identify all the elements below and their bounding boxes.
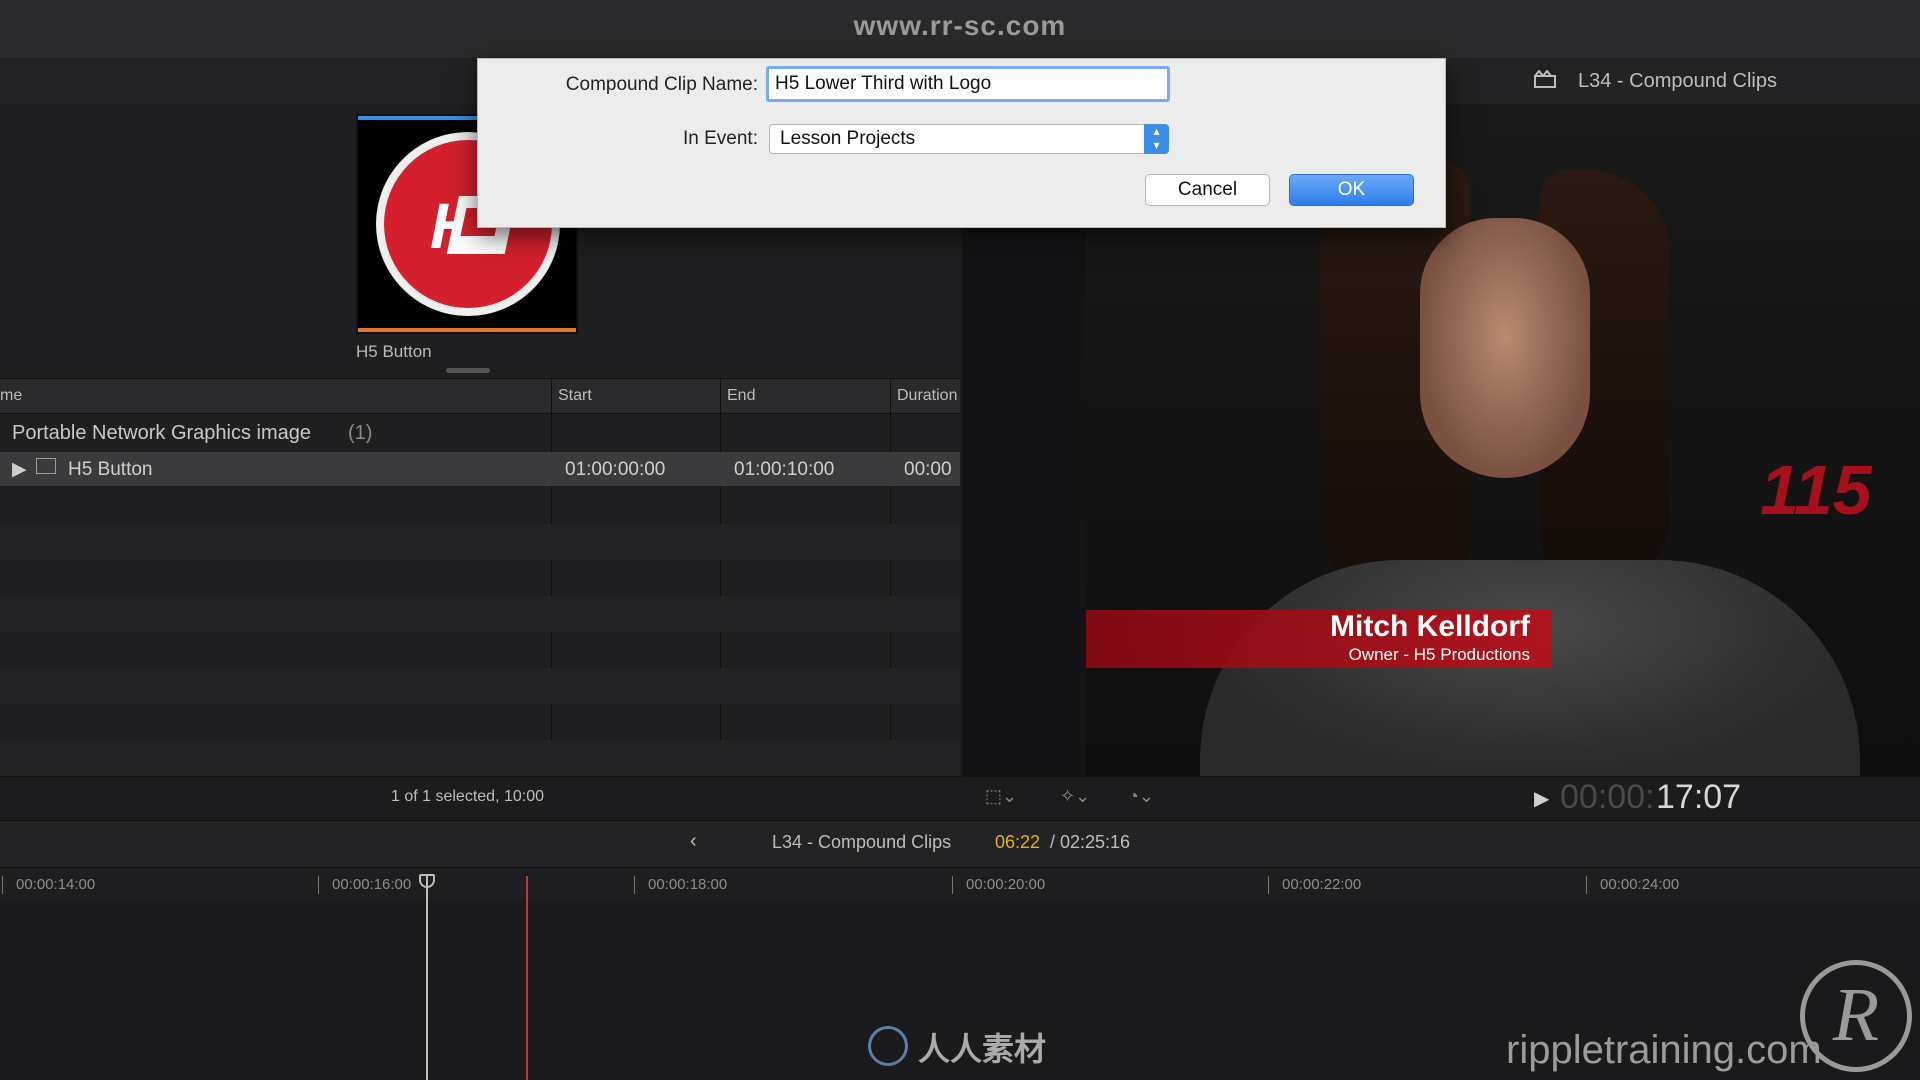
clip-name-input[interactable] xyxy=(766,66,1170,102)
column-end-header[interactable]: End xyxy=(727,387,755,405)
clapper-icon xyxy=(1534,70,1556,88)
list-row-empty xyxy=(0,668,960,704)
group-title: Portable Network Graphics image xyxy=(12,422,312,444)
timeline-duration: / 02:25:16 xyxy=(1050,832,1131,852)
thumbnail-label: H5 Button xyxy=(356,342,432,361)
ruler-tick xyxy=(318,876,319,894)
ruler-tick xyxy=(952,876,953,894)
clip-name-label: Compound Clip Name: xyxy=(565,74,758,95)
event-select[interactable]: Lesson Projects xyxy=(769,124,1169,154)
ruler-label: 00:00:22:00 xyxy=(1282,876,1362,893)
ruler-label: 00:00:20:00 xyxy=(966,876,1046,893)
back-arrow-icon[interactable]: ‹ xyxy=(690,830,697,853)
viewer-title: L34 - Compound Clips xyxy=(1578,70,1777,92)
playhead[interactable] xyxy=(426,876,428,1080)
cancel-button[interactable]: Cancel xyxy=(1145,174,1270,206)
image-icon xyxy=(36,458,56,474)
ruler-tick xyxy=(1268,876,1269,894)
column-name-header[interactable]: me xyxy=(0,387,22,405)
list-row-empty xyxy=(0,740,960,776)
timecode-display[interactable]: 17:07 xyxy=(1656,778,1741,817)
timecode-prefix: 00:00: xyxy=(1560,778,1655,816)
lower-third-subtitle: Owner - H5 Productions xyxy=(1348,645,1530,664)
timeline-header xyxy=(0,820,1920,868)
ruler-label: 00:00:18:00 xyxy=(648,876,728,893)
ruler-label: 00:00:14:00 xyxy=(16,876,96,893)
disclosure-triangle-icon[interactable]: ▶ xyxy=(12,458,27,481)
selection-status: 1 of 1 selected, 10:00 xyxy=(391,788,544,805)
skimmer-line xyxy=(526,876,528,1080)
speed-icon[interactable]: ◔⌄ xyxy=(1128,786,1154,807)
watermark-site: rippletraining.com xyxy=(1506,1028,1822,1072)
clip-name: H5 Button xyxy=(68,459,153,480)
clip-end: 01:00:10:00 xyxy=(734,459,835,480)
transform-icon[interactable]: ⬚⌄ xyxy=(985,786,1017,807)
play-icon[interactable]: ▶ xyxy=(1534,786,1549,811)
watermark-logo-icon xyxy=(868,1026,908,1066)
effects-icon[interactable]: ✧⌄ xyxy=(1060,786,1090,807)
ok-button[interactable]: OK xyxy=(1289,174,1414,206)
watermark-r-logo: R xyxy=(1800,960,1912,1072)
ruler-label: 00:00:24:00 xyxy=(1600,876,1680,893)
select-stepper-icon[interactable]: ▴ ▾ xyxy=(1144,124,1169,154)
viewer-controls xyxy=(962,776,1920,819)
watermark-text: 人人素材 xyxy=(918,1031,1047,1067)
ruler-label: 00:00:16:00 xyxy=(332,876,412,893)
background-graphic: 115 xyxy=(1760,451,1872,529)
video-subject xyxy=(1420,218,1590,478)
clip-start: 01:00:00:00 xyxy=(565,459,666,480)
list-row-empty xyxy=(0,596,960,632)
event-label: In Event: xyxy=(683,128,758,149)
lower-third-name: Mitch Kelldorf xyxy=(1330,610,1530,643)
timeline-title: L34 - Compound Clips xyxy=(772,832,952,852)
watermark-url: www.rr-sc.com xyxy=(853,10,1067,41)
ruler-tick xyxy=(2,876,3,894)
ruler-tick xyxy=(634,876,635,894)
group-count: (1) xyxy=(348,422,373,444)
divider-handle[interactable] xyxy=(446,368,490,373)
clip-duration: 00:00 xyxy=(904,459,952,480)
list-header: me Start End Duration xyxy=(0,378,960,414)
ruler-tick xyxy=(1586,876,1587,894)
timeline-position: 06:22 xyxy=(995,832,1041,852)
column-duration-header[interactable]: Duration xyxy=(897,387,957,405)
video-subject xyxy=(1200,560,1860,776)
list-row-empty xyxy=(0,524,960,560)
column-start-header[interactable]: Start xyxy=(558,387,592,405)
